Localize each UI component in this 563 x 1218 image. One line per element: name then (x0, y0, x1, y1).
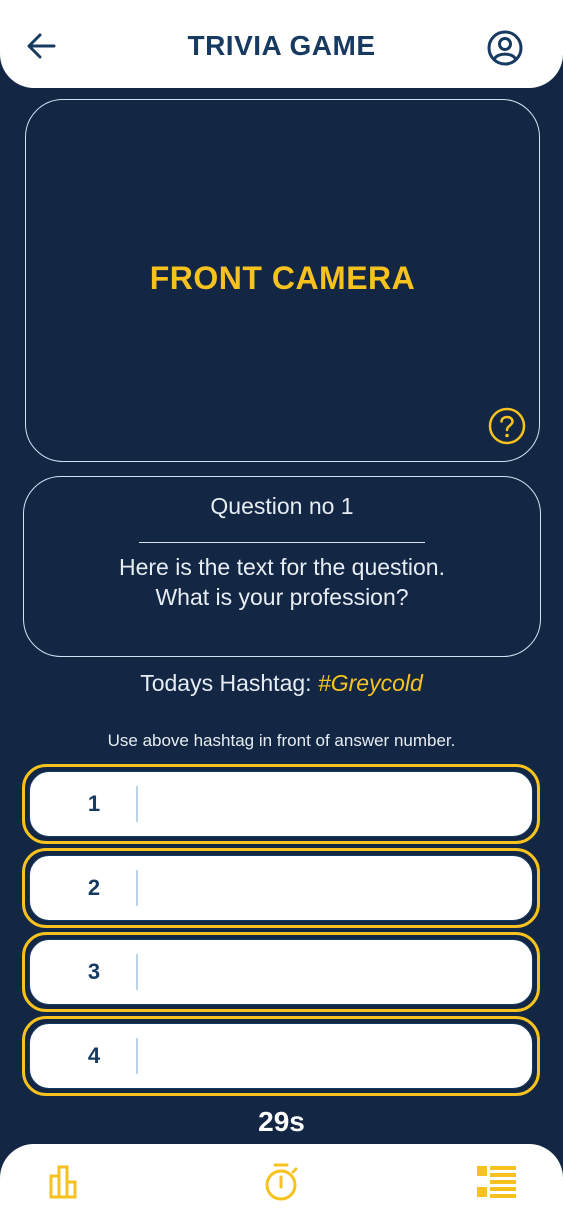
nav-timer[interactable] (261, 1162, 301, 1202)
bottom-nav (0, 1144, 563, 1218)
countdown-timer: 29s (258, 1106, 305, 1137)
page-title: TRIVIA GAME (187, 30, 376, 61)
nav-list[interactable] (476, 1162, 516, 1202)
help-button[interactable] (487, 406, 527, 446)
instruction-text: Use above hashtag in front of answer num… (107, 731, 456, 750)
answer-number: 1 (87, 791, 101, 816)
hashtag-line: Todays Hashtag: #Greycold (0, 670, 563, 697)
answer-option-4[interactable]: 4 (22, 1016, 540, 1096)
question-text: Here is the text for the question. What … (24, 552, 540, 612)
top-app-bar: TRIVIA GAME (0, 0, 563, 88)
nav-leaderboard[interactable] (44, 1162, 84, 1202)
answer-separator (136, 954, 138, 990)
answer-separator (136, 870, 138, 906)
answer-field[interactable]: 1 (29, 771, 533, 837)
question-line-2: What is your profession? (155, 584, 409, 610)
bar-chart-icon (49, 1165, 77, 1199)
answer-separator (136, 786, 138, 822)
question-divider (139, 542, 425, 543)
answer-option-1[interactable]: 1 (22, 764, 540, 844)
profile-button[interactable] (485, 28, 525, 68)
question-number: Question no 1 (210, 493, 354, 519)
question-circle-icon (488, 407, 526, 445)
answer-option-2[interactable]: 2 (22, 848, 540, 928)
answer-option-3[interactable]: 3 (22, 932, 540, 1012)
answer-separator (136, 1038, 138, 1074)
answer-field[interactable]: 2 (29, 855, 533, 921)
answer-field[interactable]: 4 (29, 1023, 533, 1089)
question-line-1: Here is the text for the question. (118, 554, 445, 580)
camera-preview: FRONT CAMERA (25, 99, 540, 462)
answer-number: 2 (87, 875, 101, 900)
hashtag-value: #Greycold (317, 670, 423, 696)
stopwatch-icon (265, 1163, 298, 1201)
answer-number: 4 (87, 1043, 101, 1068)
user-circle-icon (487, 30, 523, 66)
question-card: Question no 1 Here is the text for the q… (23, 476, 541, 657)
hashtag-prefix: Todays Hashtag: (140, 670, 318, 696)
list-icon (477, 1166, 516, 1198)
camera-label: FRONT CAMERA (149, 260, 416, 296)
answer-field[interactable]: 3 (29, 939, 533, 1005)
answer-number: 3 (87, 959, 101, 984)
